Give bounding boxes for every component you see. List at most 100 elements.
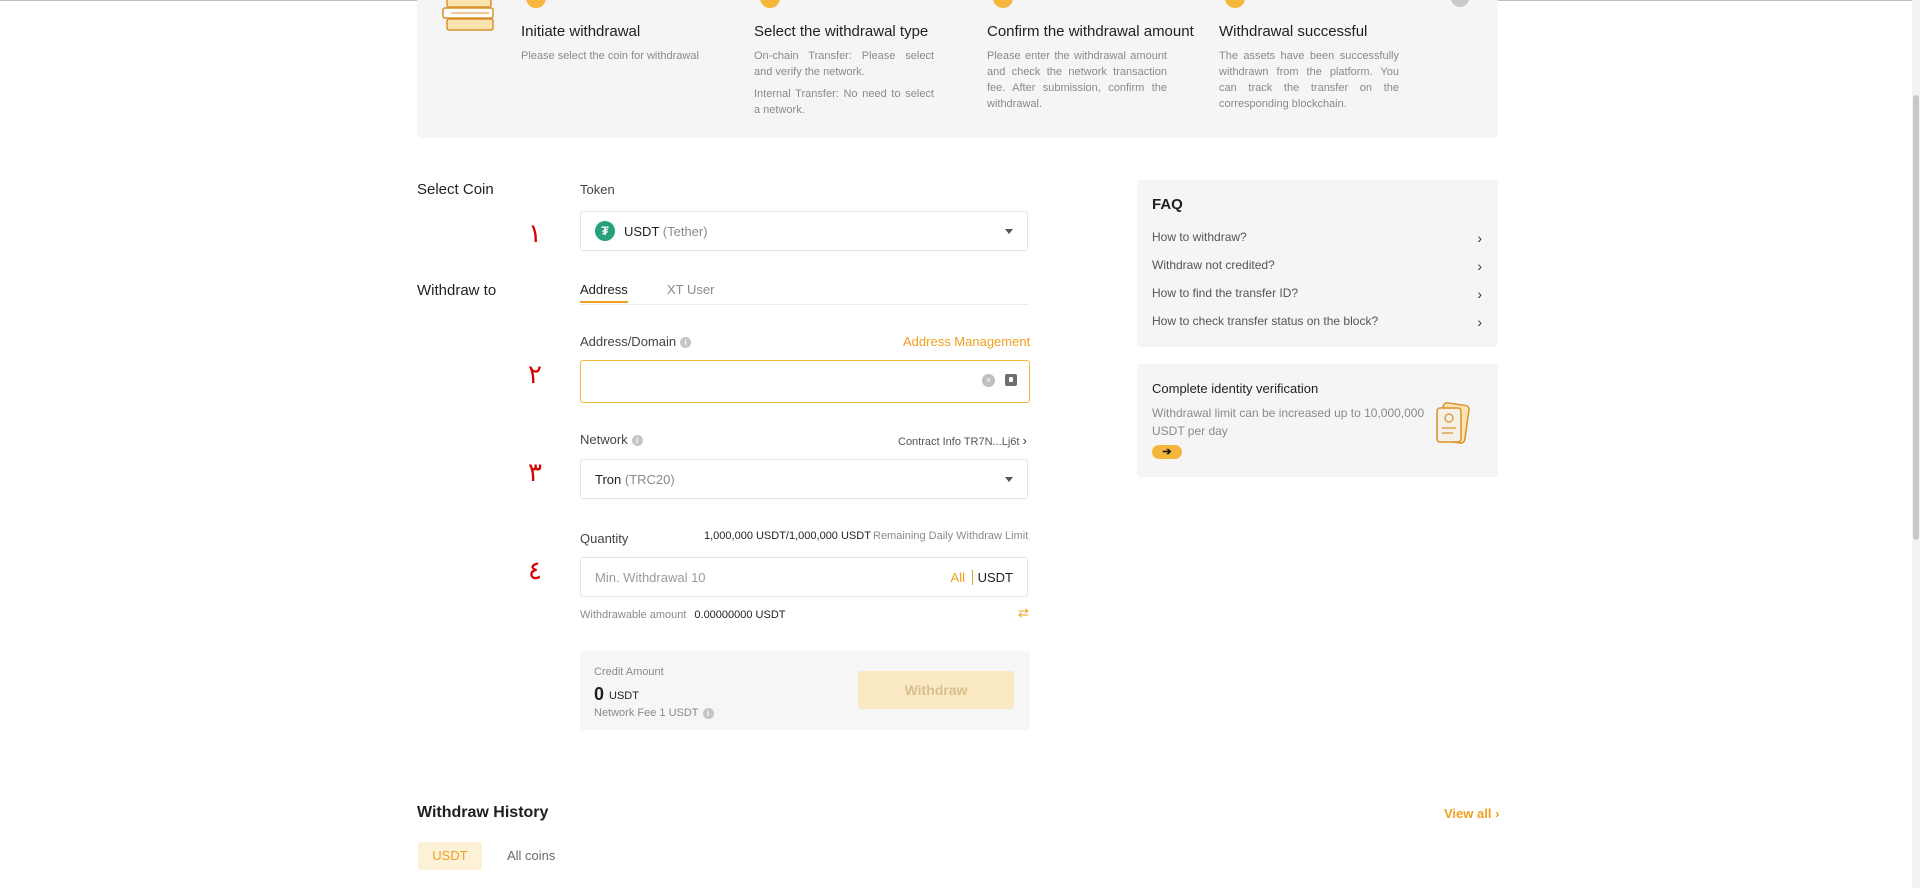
quantity-unit: USDT <box>977 570 1013 585</box>
step-title: Confirm the withdrawal amount <box>987 23 1194 40</box>
network-standard: (TRC20) <box>624 472 675 487</box>
withdraw-all-button[interactable]: All <box>951 570 965 585</box>
step-1: Initiate withdrawal Please select the co… <box>521 22 701 64</box>
arrow-right-icon[interactable]: ➔ <box>1152 445 1182 459</box>
caret-down-icon <box>1005 477 1013 482</box>
info-icon[interactable]: i <box>702 707 714 719</box>
coin-symbol: USDT <box>624 224 660 239</box>
withdraw-to-label: Withdraw to <box>417 282 497 299</box>
step-desc: Internal Transfer: No need to select a n… <box>754 88 934 116</box>
withdrawal-steps-banner: Initiate withdrawal Please select the co… <box>417 0 1498 138</box>
step-title: Select the withdrawal type <box>754 23 929 40</box>
quantity-placeholder: Min. Withdrawal 10 <box>595 570 706 585</box>
annotation-marker-4: ٤ <box>528 556 542 586</box>
tab-xt-user[interactable]: XT User <box>667 282 714 297</box>
step-2: Select the withdrawal type On-chain Tran… <box>754 22 934 118</box>
withdrawable-amount: Withdrawable amount 0.00000000 USDT <box>580 609 786 621</box>
view-all-link[interactable]: View all › <box>1444 806 1499 821</box>
step-desc: On-chain Transfer: Please select and ver… <box>754 50 934 78</box>
network-name: Tron <box>595 472 622 487</box>
network-label-text: Network <box>580 432 628 447</box>
credit-amount-label: Credit Amount <box>594 666 664 678</box>
step-title: Withdrawal successful <box>1219 23 1368 40</box>
network-label: Network i <box>580 432 643 447</box>
withdraw-history-title: Withdraw History <box>417 804 549 821</box>
scrollbar-thumb[interactable] <box>1913 95 1919 540</box>
history-tab-usdt[interactable]: USDT <box>418 842 482 870</box>
token-label: Token <box>580 182 615 197</box>
withdraw-button[interactable]: Withdraw <box>858 671 1014 709</box>
faq-item-label: How to withdraw? <box>1152 230 1247 244</box>
page-scrollbar[interactable] <box>1912 0 1920 888</box>
chevron-right-icon: › <box>1477 286 1482 302</box>
identity-verification-card[interactable]: Complete identity verification Withdrawa… <box>1137 364 1498 477</box>
faq-item-label: How to find the transfer ID? <box>1152 286 1299 300</box>
token-select-value: USDT (Tether) <box>624 224 708 239</box>
step-2-badge <box>760 0 780 8</box>
step-3: Confirm the withdrawal amount Please ent… <box>987 22 1194 112</box>
step-title: Initiate withdrawal <box>521 23 641 40</box>
annotation-marker-3: ٣ <box>528 458 542 488</box>
faq-item[interactable]: Withdraw not credited? › <box>1152 258 1482 276</box>
quantity-input[interactable]: Min. Withdrawal 10 All USDT <box>580 557 1028 597</box>
quantity-label: Quantity <box>580 531 629 546</box>
divider <box>972 570 973 585</box>
coin-name: (Tether) <box>662 224 708 239</box>
credit-amount-value: 0 <box>594 684 605 704</box>
withdrawable-label: Withdrawable amount <box>580 609 687 621</box>
step-desc: Please enter the withdrawal amount and c… <box>987 50 1167 110</box>
address-management-link[interactable]: Address Management <box>903 334 1030 349</box>
faq-item[interactable]: How to find the transfer ID? › <box>1152 286 1482 304</box>
phone-id-illustration <box>1436 402 1470 444</box>
daily-limit-label: Remaining Daily Withdraw Limit <box>873 530 1029 542</box>
address-label-text: Address/Domain <box>580 334 677 349</box>
annotation-marker-1: ١ <box>528 219 542 249</box>
faq-item-label: Withdraw not credited? <box>1152 258 1275 272</box>
books-illustration <box>442 0 494 31</box>
tether-icon: ₮ <box>595 221 615 241</box>
chevron-right-icon: › <box>1477 230 1482 246</box>
verify-description: Withdrawal limit can be increased up to … <box>1152 406 1425 438</box>
network-fee-text: Network Fee 1 USDT <box>594 707 699 719</box>
chevron-right-icon: › <box>1477 258 1482 274</box>
tab-address[interactable]: Address <box>580 282 628 303</box>
network-select-value: Tron (TRC20) <box>595 472 675 487</box>
network-fee: Network Fee 1 USDT i <box>594 707 714 719</box>
caret-down-icon <box>1005 229 1013 234</box>
faq-title: FAQ <box>1152 196 1183 213</box>
credit-amount-unit: USDT <box>609 690 639 702</box>
step-3-badge <box>993 0 1013 8</box>
paste-icon[interactable] <box>1005 374 1017 386</box>
faq-item[interactable]: How to withdraw? › <box>1152 230 1482 248</box>
step-4-badge <box>1225 0 1245 8</box>
verify-title: Complete identity verification <box>1152 381 1319 396</box>
chevron-right-icon: › <box>1477 314 1482 330</box>
history-tab-all-coins[interactable]: All coins <box>507 848 555 863</box>
select-coin-label: Select Coin <box>417 181 494 198</box>
faq-item-label: How to check transfer status on the bloc… <box>1152 314 1379 328</box>
network-select[interactable]: Tron (TRC20) <box>580 459 1028 499</box>
withdraw-type-tabs: Address XT User <box>580 278 1028 305</box>
step-4: Withdrawal successful The assets have be… <box>1219 22 1399 112</box>
address-label: Address/Domain i <box>580 334 692 349</box>
faq-panel: FAQ How to withdraw? › Withdraw not cred… <box>1137 180 1498 347</box>
contract-info-text: Contract Info TR7N...Lj6t <box>898 436 1020 448</box>
withdrawable-value: 0.00000000 USDT <box>694 609 786 621</box>
token-select[interactable]: ₮ USDT (Tether) <box>580 211 1028 251</box>
info-icon[interactable]: i <box>680 337 692 349</box>
chevron-right-icon: › <box>1495 806 1500 821</box>
step-desc: Please select the coin for withdrawal <box>521 50 699 62</box>
swap-icon[interactable]: ⇄ <box>1018 605 1029 621</box>
credit-summary: Credit Amount 0 USDT Network Fee 1 USDT i… <box>580 651 1030 730</box>
faq-item[interactable]: How to check transfer status on the bloc… <box>1152 314 1482 332</box>
clear-icon[interactable]: × <box>982 374 995 387</box>
contract-info-link[interactable]: Contract Info TR7N...Lj6t › <box>898 433 1027 448</box>
address-input[interactable]: × <box>580 360 1030 403</box>
step-1-badge <box>526 0 546 8</box>
view-all-text: View all <box>1444 806 1492 821</box>
close-banner-button[interactable] <box>1451 0 1469 7</box>
chevron-right-icon: › <box>1022 433 1027 448</box>
step-desc: The assets have been successfully withdr… <box>1219 50 1399 110</box>
info-icon[interactable]: i <box>631 435 643 447</box>
daily-limit-value: 1,000,000 USDT/1,000,000 USDT <box>704 530 871 542</box>
